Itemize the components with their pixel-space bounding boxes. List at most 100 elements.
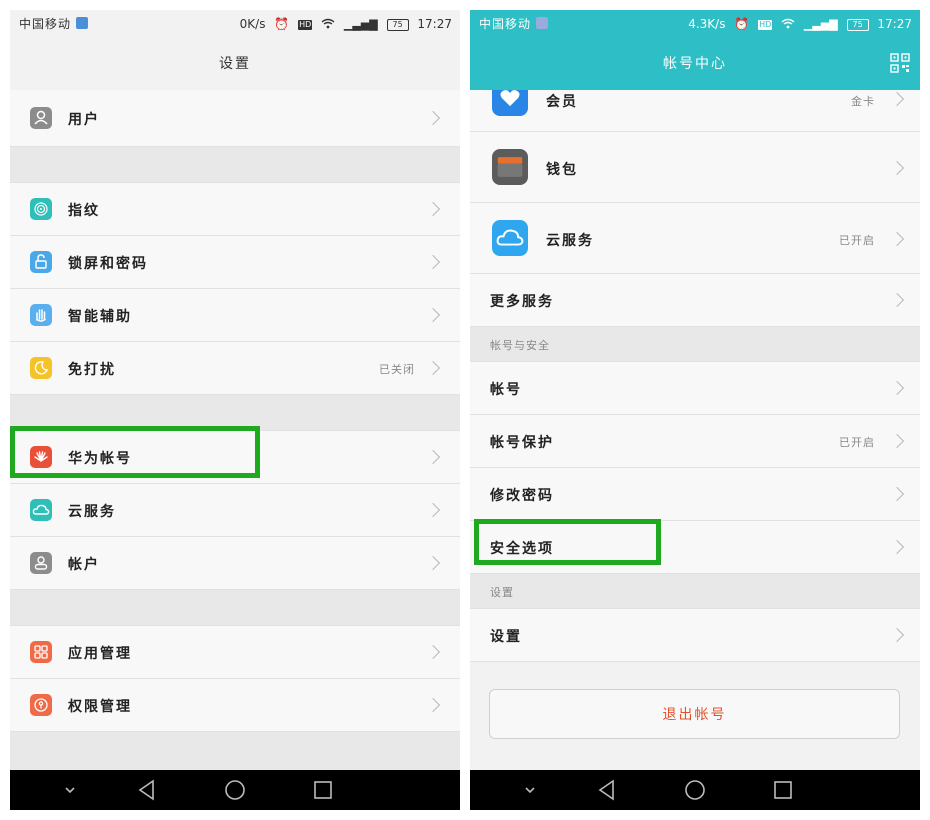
settings-item-cloud[interactable]: 云服务 (10, 484, 460, 537)
settings-item-label: 应用管理 (68, 646, 132, 662)
notification-icon (76, 17, 89, 29)
page-title: 帐号中心 (663, 56, 727, 72)
list-item-label: 帐号保护 (490, 435, 554, 451)
list-item-settings[interactable]: 设置 (470, 609, 920, 662)
list-item-label: 更多服务 (490, 294, 554, 310)
alarm-icon: ⏰ (734, 17, 750, 31)
network-speed: 0K/s (239, 17, 266, 31)
home-icon[interactable] (683, 778, 707, 802)
settings-item-fingerprint[interactable]: 指纹 (10, 183, 460, 236)
chevron-right-icon (425, 697, 441, 713)
hd-icon: HD (758, 20, 773, 30)
chevron-right-icon (425, 307, 441, 323)
list-item-more-services[interactable]: 更多服务 (470, 274, 920, 327)
account-center-list: 会员 金卡 钱包 云服务 已开启 更多服务 帐号与安全 帐号 帐号保护 已开启 … (470, 90, 920, 662)
navigation-bar (470, 770, 920, 810)
status-value: 已开启 (839, 436, 875, 449)
settings-item-label: 用户 (68, 112, 100, 128)
list-item-label: 钱包 (546, 162, 578, 178)
chevron-right-icon (889, 160, 905, 176)
account-center-screen: 中国移动 4.3K/s ⏰ HD ▁▃▅▇ 75 17:27 帐号中心 会员 金… (470, 10, 920, 810)
status-value: 已开启 (839, 234, 875, 247)
list-item-label: 帐号 (490, 382, 522, 398)
signal-icon: ▁▃▅▇ (803, 18, 838, 31)
chevron-right-icon (889, 292, 905, 308)
battery-icon: 75 (386, 19, 409, 31)
list-item-member[interactable]: 会员 金卡 (470, 90, 920, 132)
network-speed: 4.3K/s (688, 17, 726, 31)
collapse-icon[interactable] (518, 778, 542, 802)
list-item-account[interactable]: 帐号 (470, 362, 920, 415)
settings-item-assist[interactable]: 智能辅助 (10, 289, 460, 342)
settings-item-dnd[interactable]: 免打扰 已关闭 (10, 342, 460, 395)
chevron-right-icon (425, 502, 441, 518)
settings-item-label: 云服务 (68, 504, 116, 520)
list-item-account-protection[interactable]: 帐号保护 已开启 (470, 415, 920, 468)
heart-shield-icon (492, 90, 528, 116)
chevron-right-icon (425, 110, 441, 126)
status-bar: 中国移动 0K/s ⏰ HD ▁▃▅▇ 75 17:27 (10, 10, 460, 38)
status-value: 已关闭 (379, 363, 415, 376)
settings-item-label: 锁屏和密码 (68, 256, 148, 272)
chevron-right-icon (889, 380, 905, 396)
recents-icon[interactable] (771, 778, 795, 802)
chevron-right-icon (425, 254, 441, 270)
chevron-right-icon (425, 449, 441, 465)
list-item-label: 设置 (490, 629, 522, 645)
settings-item-label: 权限管理 (68, 699, 132, 715)
settings-item-label: 指纹 (68, 203, 100, 219)
settings-item-label: 免打扰 (68, 362, 116, 378)
settings-item-apps[interactable]: 应用管理 (10, 626, 460, 679)
qr-code-icon[interactable] (890, 53, 910, 73)
settings-item-label: 智能辅助 (68, 309, 132, 325)
back-icon[interactable] (595, 778, 619, 802)
recents-icon[interactable] (311, 778, 335, 802)
wifi-icon (321, 17, 339, 31)
settings-item-accounts[interactable]: 帐户 (10, 537, 460, 590)
settings-item-lockscreen[interactable]: 锁屏和密码 (10, 236, 460, 289)
back-icon[interactable] (135, 778, 159, 802)
battery-icon: 75 (846, 19, 869, 31)
list-item-label: 会员 (546, 94, 578, 110)
home-icon[interactable] (223, 778, 247, 802)
settings-screen: 中国移动 0K/s ⏰ HD ▁▃▅▇ 75 17:27 设置 用户 指纹 锁屏… (10, 10, 460, 810)
chevron-right-icon (889, 627, 905, 643)
list-item-label: 云服务 (546, 233, 594, 249)
list-item-cloud[interactable]: 云服务 已开启 (470, 203, 920, 274)
collapse-icon[interactable] (58, 778, 82, 802)
status-bar: 中国移动 4.3K/s ⏰ HD ▁▃▅▇ 75 17:27 (470, 10, 920, 38)
signal-icon: ▁▃▅▇ (343, 18, 378, 31)
settings-item-permissions[interactable]: 权限管理 (10, 679, 460, 732)
chevron-right-icon (889, 91, 905, 107)
cloud-icon (30, 499, 52, 521)
settings-item-user[interactable]: 用户 (10, 90, 460, 147)
list-item-change-password[interactable]: 修改密码 (470, 468, 920, 521)
section-header: 帐号与安全 (470, 327, 920, 362)
fingerprint-icon (30, 198, 52, 220)
clock: 17:27 (417, 17, 452, 31)
chevron-right-icon (889, 539, 905, 555)
user-icon (30, 107, 52, 129)
page-title: 设置 (10, 38, 460, 90)
chevron-right-icon (425, 201, 441, 217)
carrier-name: 中国移动 (19, 17, 72, 31)
chevron-right-icon (889, 231, 905, 247)
notification-icon (536, 17, 549, 29)
divider (10, 147, 460, 183)
navigation-bar (10, 770, 460, 810)
hd-icon: HD (298, 20, 313, 30)
logout-button[interactable]: 退出帐号 (489, 689, 900, 739)
permission-icon (30, 694, 52, 716)
clock: 17:27 (877, 17, 912, 31)
moon-icon (30, 357, 52, 379)
carrier-name: 中国移动 (479, 17, 532, 31)
cloud-icon (492, 220, 528, 256)
chevron-right-icon (889, 433, 905, 449)
list-item-wallet[interactable]: 钱包 (470, 132, 920, 203)
chevron-right-icon (425, 555, 441, 571)
section-header: 设置 (470, 574, 920, 609)
divider (10, 590, 460, 626)
status-value: 金卡 (851, 95, 875, 108)
account-icon (30, 552, 52, 574)
chevron-right-icon (889, 486, 905, 502)
